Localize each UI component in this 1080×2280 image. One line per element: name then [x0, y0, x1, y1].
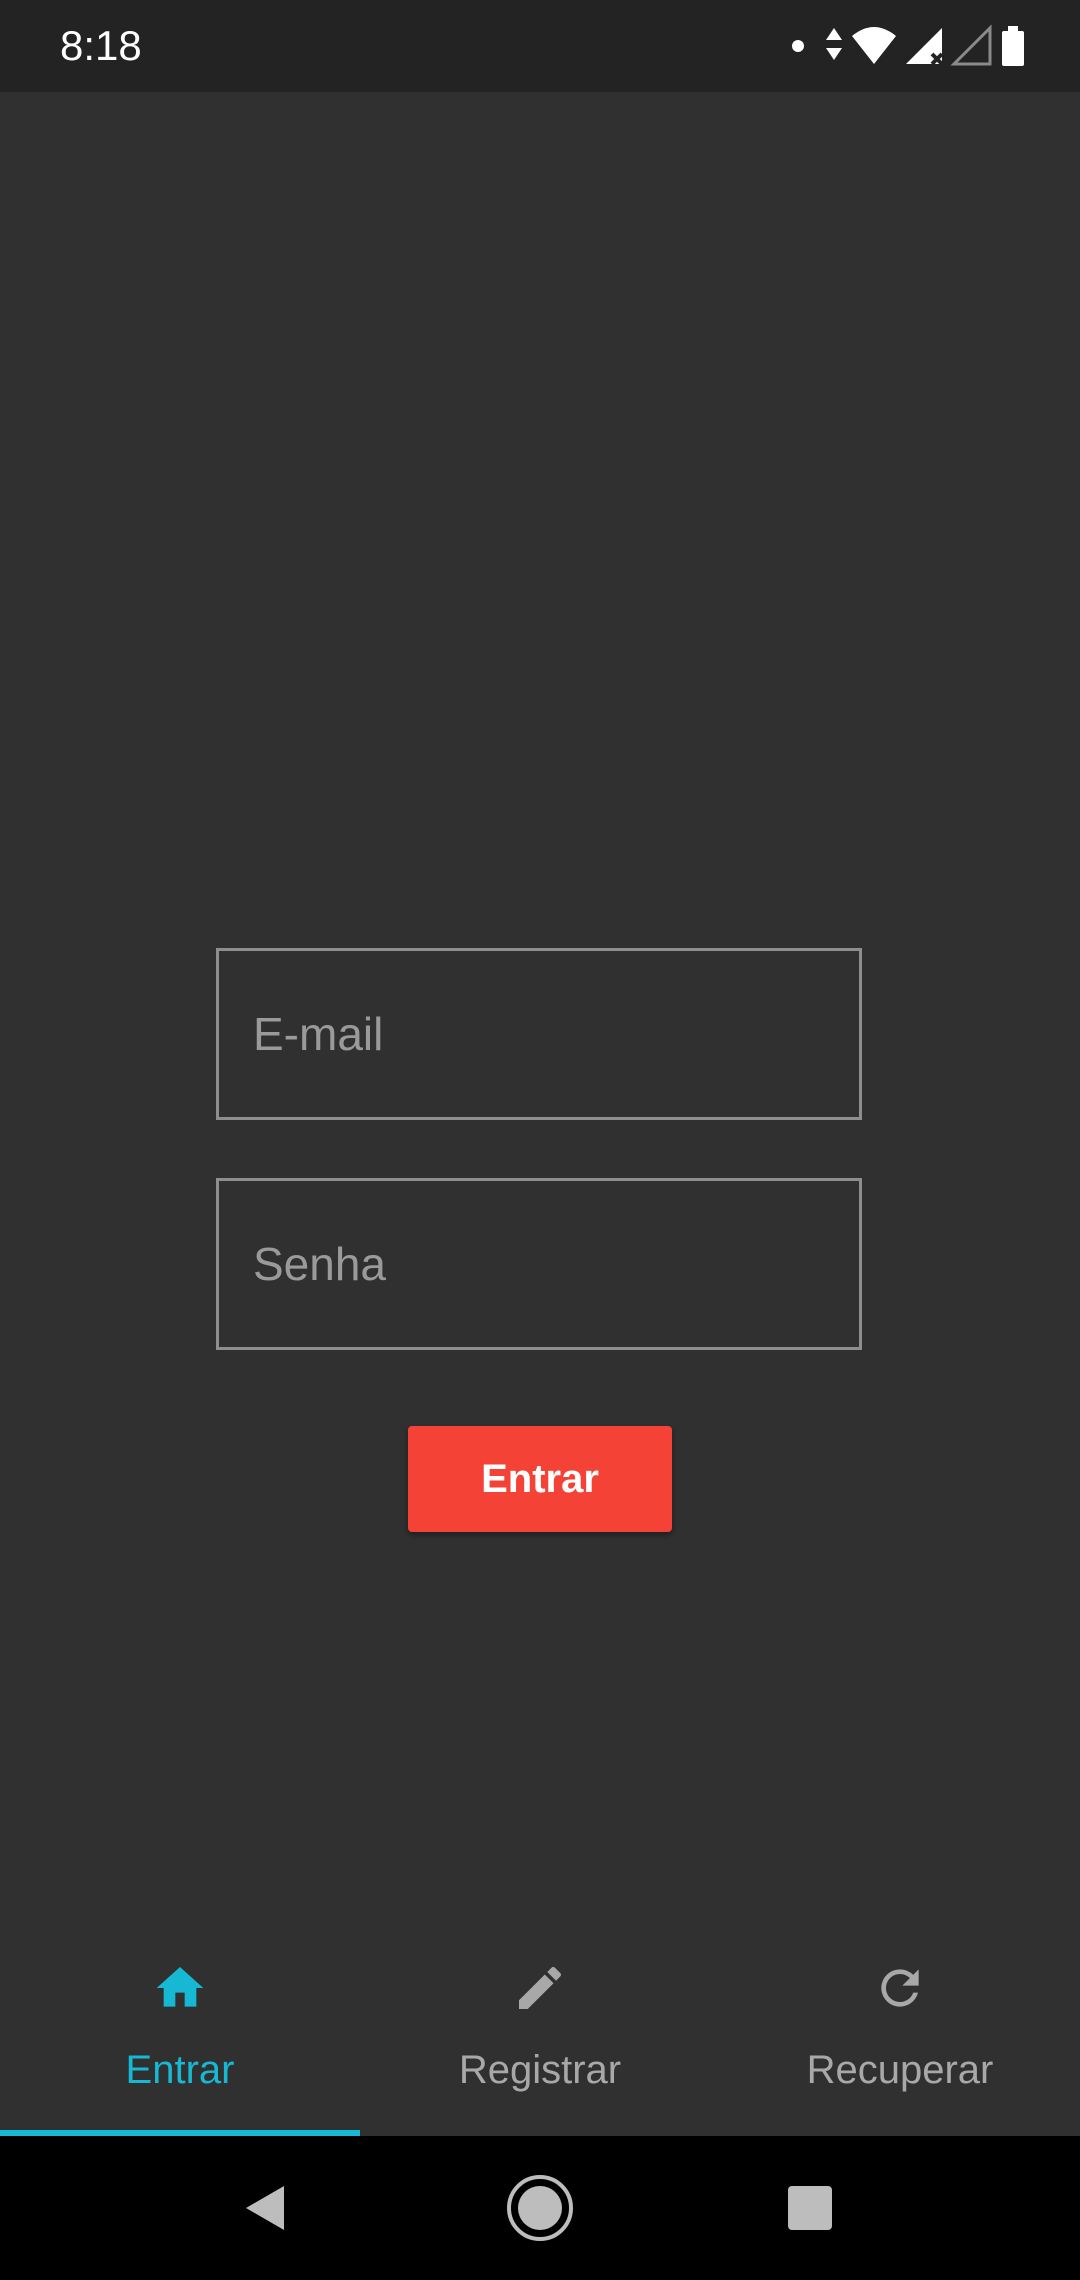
- status-bar: 8:18: [0, 0, 1080, 92]
- notification-dot-icon: [792, 40, 804, 52]
- tab-label: Entrar: [125, 2048, 235, 2092]
- tab-registrar[interactable]: Registrar: [360, 1920, 720, 2136]
- bottom-tab-bar: Entrar Registrar Recuperar: [0, 1920, 1080, 2136]
- tab-entrar[interactable]: Entrar: [0, 1920, 360, 2136]
- home-circle-icon[interactable]: [504, 2172, 576, 2244]
- wifi-icon: [852, 27, 896, 64]
- data-arrows-icon: [826, 28, 842, 60]
- recents-icon[interactable]: [774, 2172, 846, 2244]
- refresh-icon: [881, 1969, 919, 2007]
- tab-label: Registrar: [458, 2048, 622, 2092]
- signal-icon: [906, 28, 944, 66]
- tab-label: Recuperar: [806, 2048, 994, 2092]
- email-input[interactable]: [216, 948, 862, 1120]
- system-nav-bar: [0, 2136, 1080, 2280]
- login-button[interactable]: Entrar: [408, 1426, 672, 1532]
- login-screen: 8:18 Entra: [0, 0, 1080, 2280]
- back-icon[interactable]: [230, 2172, 302, 2244]
- password-input[interactable]: [216, 1178, 862, 1350]
- battery-icon: [1002, 26, 1024, 66]
- tab-recuperar[interactable]: Recuperar: [720, 1920, 1080, 2136]
- home-icon: [156, 1967, 204, 2007]
- signal-empty-icon: [950, 24, 992, 66]
- pencil-icon: [519, 1966, 562, 2009]
- status-time: 8:18: [60, 22, 142, 69]
